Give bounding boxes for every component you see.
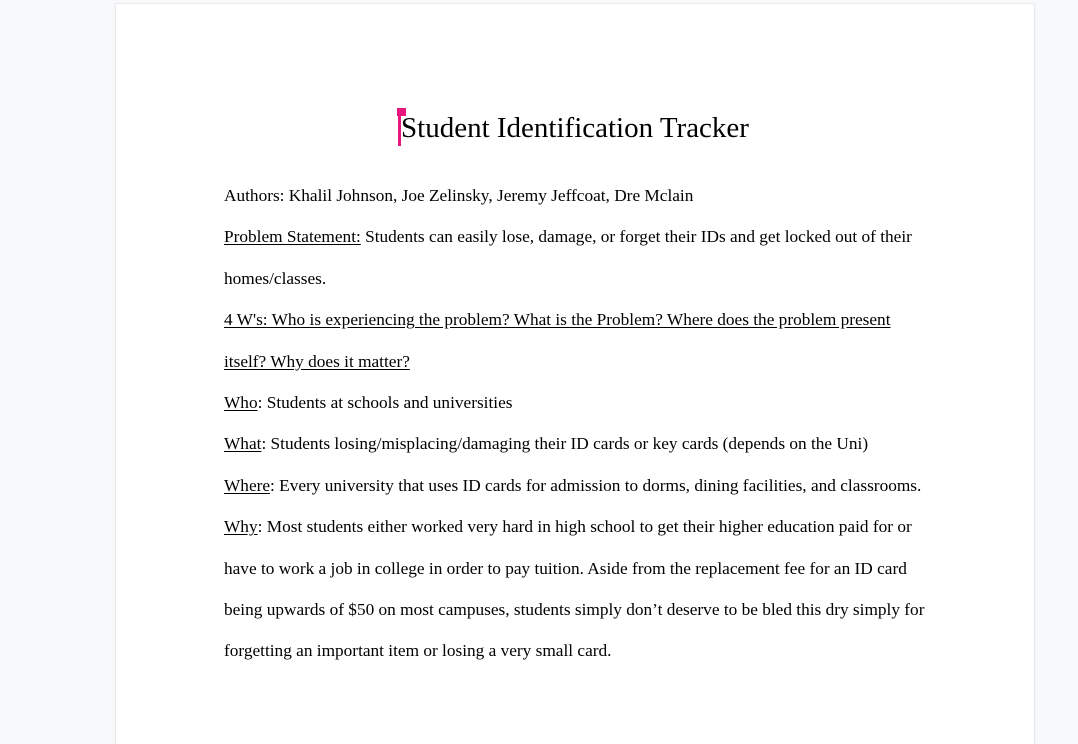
what-text: : Students losing/misplacing/damaging th… xyxy=(261,434,869,454)
where-text: : Every university that uses ID cards fo… xyxy=(270,475,922,495)
where-paragraph[interactable]: Where: Every university that uses ID car… xyxy=(224,465,926,506)
who-label: Who xyxy=(224,393,258,413)
problem-statement-paragraph[interactable]: Problem Statement: Students can easily l… xyxy=(224,216,926,299)
who-text: : Students at schools and universities xyxy=(257,393,513,413)
four-ws-heading: 4 W's: Who is experiencing the problem? … xyxy=(224,310,891,371)
four-ws-paragraph[interactable]: 4 W's: Who is experiencing the problem? … xyxy=(224,299,926,382)
what-paragraph[interactable]: What: Students losing/misplacing/damagin… xyxy=(224,423,926,464)
document-title[interactable]: Student Identification Tracker xyxy=(401,112,749,144)
where-label: Where xyxy=(224,475,271,495)
document-canvas: Student Identification Tracker Authors: … xyxy=(0,0,1078,744)
text-cursor xyxy=(397,108,407,146)
authors-text: Authors: Khalil Johnson, Joe Zelinsky, J… xyxy=(224,186,694,205)
document-page[interactable]: Student Identification Tracker Authors: … xyxy=(116,4,1034,744)
why-text: : Most students either worked very hard … xyxy=(224,517,925,661)
title-line[interactable]: Student Identification Tracker xyxy=(224,108,926,146)
why-label: Why xyxy=(224,517,258,537)
why-paragraph[interactable]: Why: Most students either worked very ha… xyxy=(224,506,926,672)
who-paragraph[interactable]: Who: Students at schools and universitie… xyxy=(224,382,926,423)
document-body[interactable]: Authors: Khalil Johnson, Joe Zelinsky, J… xyxy=(224,175,926,672)
problem-statement-label: Problem Statement: xyxy=(224,227,361,247)
what-label: What xyxy=(224,434,262,454)
authors-paragraph[interactable]: Authors: Khalil Johnson, Joe Zelinsky, J… xyxy=(224,175,926,216)
title-wrap: Student Identification Tracker xyxy=(397,108,749,146)
